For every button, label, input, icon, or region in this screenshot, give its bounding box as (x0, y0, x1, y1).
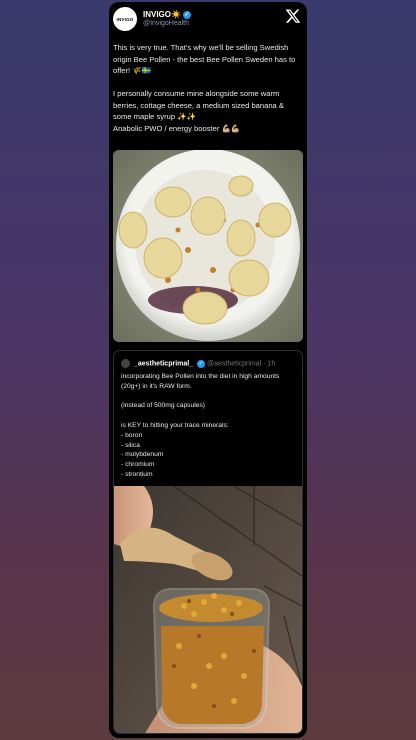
author-name[interactable]: INVIGO☀️ (143, 10, 181, 19)
tweet-header: INVIGO INVIGO☀️ ✓ @InvigoHealth (113, 7, 303, 33)
bowl-photo (113, 150, 303, 342)
jar-photo (114, 486, 302, 733)
quoted-author-handle[interactable]: @aestheticprimal (207, 360, 261, 367)
author-avatar[interactable]: INVIGO (113, 7, 137, 31)
quoted-tweet[interactable]: _aestheticprimal_ ✓ @aestheticprimal · 1… (113, 350, 303, 734)
tweet-image-bowl[interactable] (113, 150, 303, 342)
verified-badge-icon: ✓ (182, 10, 191, 19)
quoted-tweet-header: _aestheticprimal_ ✓ @aestheticprimal · 1… (121, 359, 275, 368)
quoted-tweet-image-jar[interactable] (114, 486, 302, 733)
tweet-card: INVIGO INVIGO☀️ ✓ @InvigoHealth This is v… (109, 2, 307, 738)
author-name-row[interactable]: INVIGO☀️ ✓ (143, 10, 191, 19)
x-logo-icon[interactable] (285, 8, 301, 24)
quoted-author-name[interactable]: _aestheticprimal_ (134, 360, 193, 367)
quoted-tweet-time: · 1h (263, 360, 276, 368)
quoted-tweet-text: incorporating Bee Pollen into the diet i… (121, 373, 280, 478)
quoted-author-avatar[interactable] (121, 359, 130, 368)
tweet-text: This is very true. That's why we'll be s… (113, 43, 296, 133)
author-handle[interactable]: @InvigoHealth (143, 20, 189, 27)
verified-badge-icon: ✓ (197, 359, 206, 368)
